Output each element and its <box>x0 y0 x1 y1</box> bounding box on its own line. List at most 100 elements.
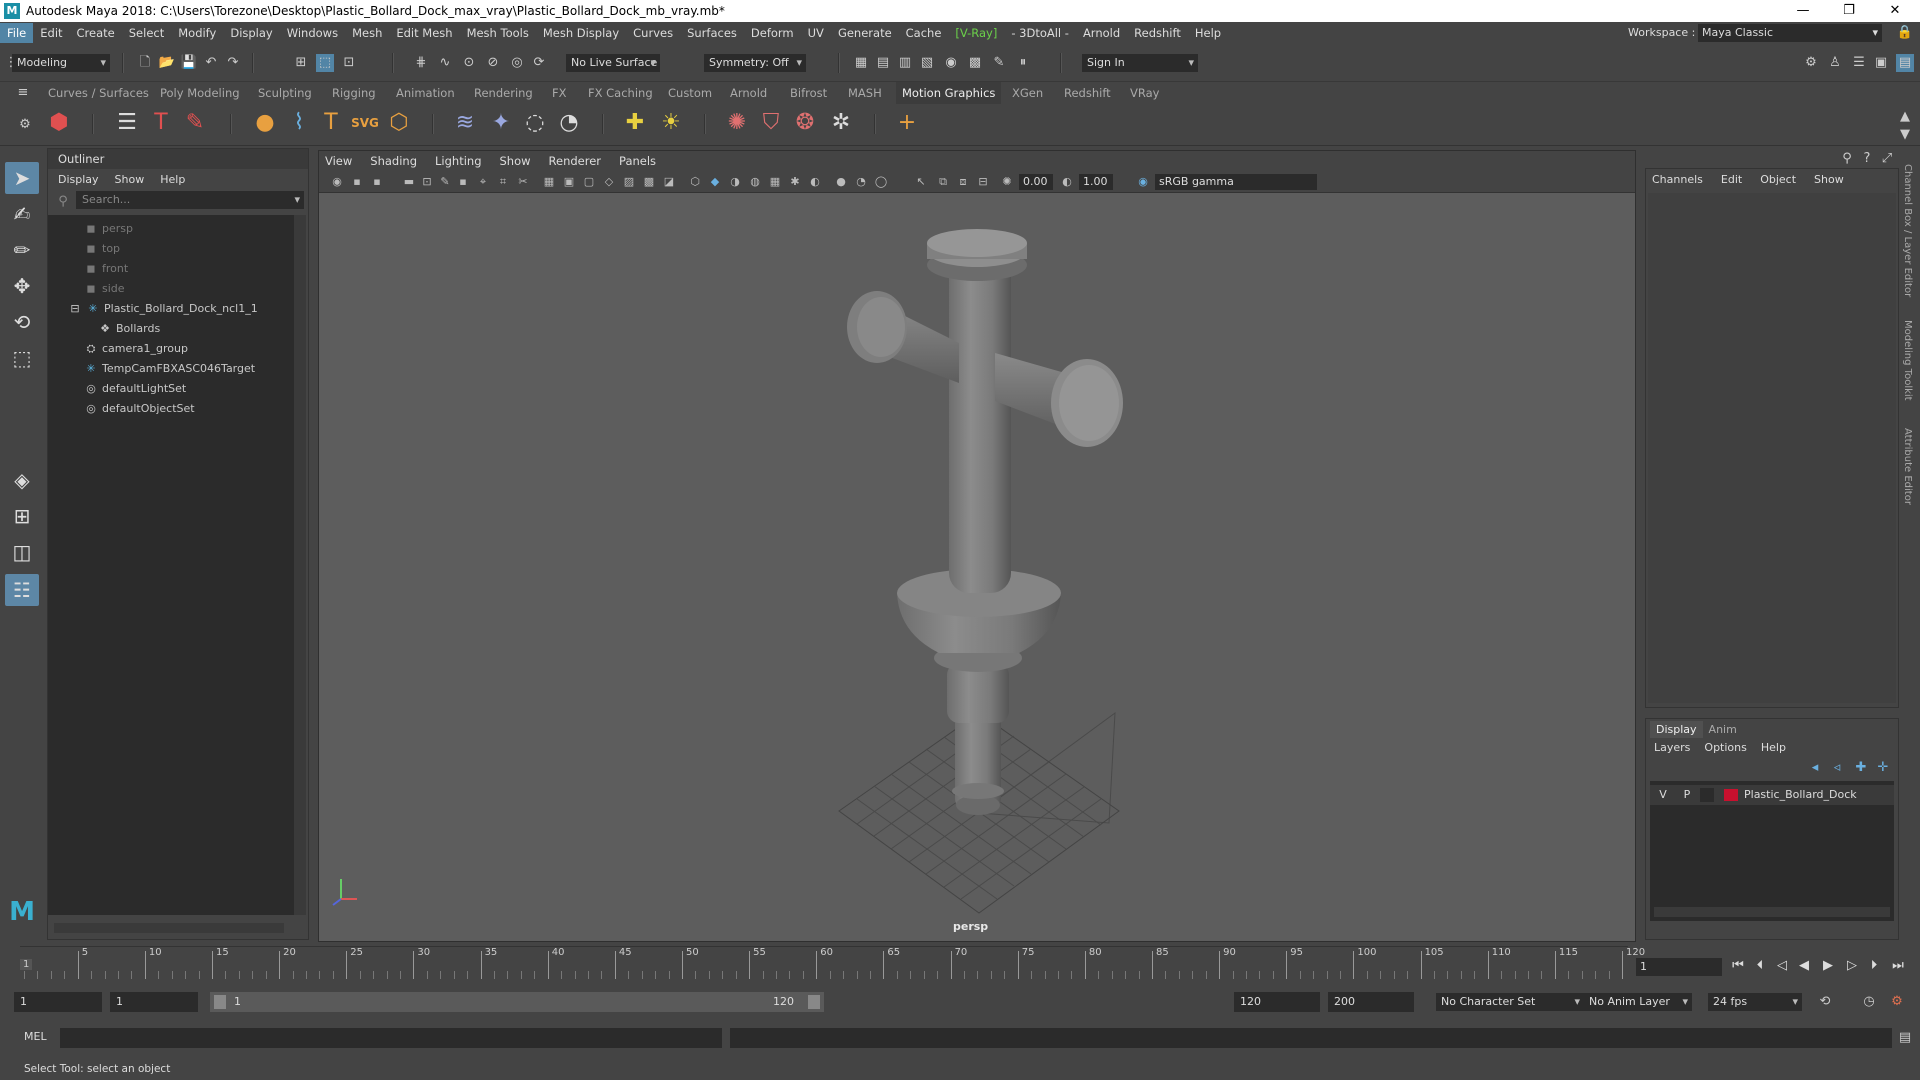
snap-rotate-icon[interactable]: ⟳ <box>530 54 548 72</box>
outliner-layout-icon[interactable]: ☷ <box>5 574 39 606</box>
depth-of-field-icon[interactable]: ✱ <box>787 174 803 190</box>
field-chart-icon[interactable]: ▦ <box>541 174 557 190</box>
side-tab-channel-box[interactable]: Channel Box / Layer Editor <box>1902 164 1913 297</box>
viewport-scene[interactable] <box>319 193 1635 923</box>
shelf-scroll-up-icon[interactable]: ▲ <box>1896 108 1914 126</box>
step-forward-key-icon[interactable]: ⏵ <box>1864 956 1884 976</box>
menu-edit-mesh[interactable]: Edit Mesh <box>389 23 459 43</box>
menu-uv[interactable]: UV <box>801 23 831 43</box>
menu-mesh-display[interactable]: Mesh Display <box>536 23 626 43</box>
outliner-search-input[interactable]: Search... <box>76 191 304 209</box>
command-input[interactable] <box>60 1028 722 1048</box>
side-tab-modeling-toolkit[interactable]: Modeling Toolkit <box>1902 320 1913 401</box>
outliner-node[interactable]: ◼ front <box>84 259 128 279</box>
outliner-node[interactable]: ⊟ ✳ Plastic_Bollard_Dock_ncl1_1 <box>68 299 257 319</box>
script-editor-icon[interactable]: ▤ <box>1896 1029 1914 1047</box>
color-space-select[interactable]: sRGB gamma <box>1155 174 1317 190</box>
play-forwards-icon[interactable]: ▶ <box>1818 956 1838 976</box>
grid-toggle-icon[interactable]: ▪ <box>455 174 471 190</box>
menu-mesh[interactable]: Mesh <box>345 23 389 43</box>
hypershade-icon[interactable]: ◉ <box>942 54 960 72</box>
frame-selected-icon[interactable]: ⊟ <box>975 174 991 190</box>
select-hierarchy-icon[interactable]: ⊞ <box>292 54 310 72</box>
range-end-handle[interactable] <box>808 995 820 1009</box>
scale-tool-icon[interactable]: ⬚ <box>5 342 39 374</box>
attribute-editor-icon[interactable]: ☰ <box>1850 54 1868 72</box>
menu-windows[interactable]: Windows <box>280 23 345 43</box>
camera-attributes-icon[interactable]: ▪ <box>349 174 365 190</box>
layer-row[interactable]: V P Plastic_Bollard_Dock <box>1650 785 1894 805</box>
xray-icon[interactable]: ● <box>833 174 849 190</box>
snap-surface-icon[interactable]: ◎ <box>508 54 526 72</box>
render-setup-icon[interactable]: ▩ <box>966 54 984 72</box>
safe-action-icon[interactable]: ▣ <box>561 174 577 190</box>
shelf-tab-poly-modeling[interactable]: Poly Modeling <box>160 82 240 104</box>
redo-icon[interactable]: ↷ <box>224 54 242 72</box>
shelf-settings-icon[interactable]: ⚙ <box>16 116 34 134</box>
menu-deform[interactable]: Deform <box>744 23 801 43</box>
tool-settings-icon[interactable]: ▣ <box>1872 54 1890 72</box>
shelf-tab-fx[interactable]: FX <box>552 82 567 104</box>
new-layer-selected-icon[interactable]: ✛ <box>1874 759 1892 777</box>
current-frame-field[interactable]: 1 <box>1636 958 1722 976</box>
animation-preferences-icon[interactable]: ⚙ <box>1888 993 1906 1011</box>
menu-redshift[interactable]: Redshift <box>1127 23 1188 43</box>
directional-light-icon[interactable]: ✚ <box>620 108 650 138</box>
channel-box-body[interactable] <box>1648 193 1896 703</box>
step-back-key-icon[interactable]: ⏴ <box>1750 956 1770 976</box>
layer-scrollbar[interactable] <box>1654 907 1890 917</box>
add-item-icon[interactable]: + <box>892 108 922 138</box>
layer-menu-options[interactable]: Options <box>1704 741 1746 754</box>
gamma-field[interactable]: 1.00 <box>1079 174 1113 190</box>
menu-modify[interactable]: Modify <box>171 23 223 43</box>
outliner-node[interactable]: ◼ side <box>84 279 124 299</box>
exposure-field[interactable]: 0.00 <box>1019 174 1053 190</box>
open-scene-icon[interactable]: 📂 <box>158 54 176 72</box>
channel-box-menu-edit[interactable]: Edit <box>1721 173 1742 186</box>
mash-network-icon[interactable]: ⬢ <box>44 108 74 138</box>
move-layer-up-icon[interactable]: ◂ <box>1806 759 1824 777</box>
smooth-shade-icon[interactable]: ▨ <box>621 174 637 190</box>
layer-visibility-toggle[interactable]: V <box>1656 785 1670 805</box>
collapse-icon[interactable]: ⊟ <box>68 299 82 319</box>
channel-box-menu-object[interactable]: Object <box>1760 173 1796 186</box>
isolate-select-icon[interactable]: ◐ <box>807 174 823 190</box>
layer-color-swatch[interactable] <box>1724 789 1738 801</box>
menu-help[interactable]: Help <box>1188 23 1228 43</box>
outliner-horizontal-scrollbar[interactable] <box>54 923 284 933</box>
outliner-menu-help[interactable]: Help <box>160 173 185 186</box>
wireframe-icon[interactable]: ◇ <box>601 174 617 190</box>
viewport-menu-lighting[interactable]: Lighting <box>435 154 481 168</box>
bollard-model[interactable] <box>847 229 1123 815</box>
snap-view-icon[interactable]: ⊘ <box>484 54 502 72</box>
snap-point-icon[interactable]: ⊙ <box>460 54 478 72</box>
play-backwards-icon[interactable]: ◀ <box>1794 956 1814 976</box>
box-tool-icon[interactable]: ⬡ <box>384 108 414 138</box>
select-camera-icon[interactable]: ◉ <box>329 174 345 190</box>
select-tool-icon[interactable]: ➤ <box>5 162 39 194</box>
text-tool-icon[interactable]: T <box>316 108 346 138</box>
viewport-menu-shading[interactable]: Shading <box>370 154 417 168</box>
exposure-icon[interactable]: ✺ <box>999 174 1015 190</box>
menu-create[interactable]: Create <box>70 23 122 43</box>
rotate-tool-icon[interactable]: ⟲ <box>5 306 39 338</box>
restore-icon[interactable]: ❐ <box>1826 0 1872 22</box>
channel-box-menu-show[interactable]: Show <box>1814 173 1844 186</box>
channel-box-icon[interactable]: ▤ <box>1896 54 1914 72</box>
lock-icon[interactable]: 🔒 <box>1896 24 1914 42</box>
safe-title-icon[interactable]: ▢ <box>581 174 597 190</box>
backface-culling-icon[interactable]: ↖ <box>913 174 929 190</box>
modeling-toolkit-icon[interactable]: ⚙ <box>1802 54 1820 72</box>
viewport-menu-panels[interactable]: Panels <box>619 154 656 168</box>
workspace-select[interactable]: Maya Classic <box>1698 24 1882 42</box>
shirt-tool-icon[interactable]: ⛉ <box>756 108 786 138</box>
shelf-tab-xgen[interactable]: XGen <box>1012 82 1043 104</box>
shelf-tab-animation[interactable]: Animation <box>396 82 455 104</box>
shelf-tab-bifrost[interactable]: Bifrost <box>790 82 827 104</box>
anim-layer-select[interactable]: No Anim Layer <box>1584 993 1692 1011</box>
particles-icon[interactable]: ✲ <box>826 108 856 138</box>
film-gate-icon[interactable]: ⌖ <box>475 174 491 190</box>
go-to-start-icon[interactable]: ⏮ <box>1728 956 1748 976</box>
outliner-menu-show[interactable]: Show <box>115 173 145 186</box>
outliner-menu-display[interactable]: Display <box>58 173 99 186</box>
